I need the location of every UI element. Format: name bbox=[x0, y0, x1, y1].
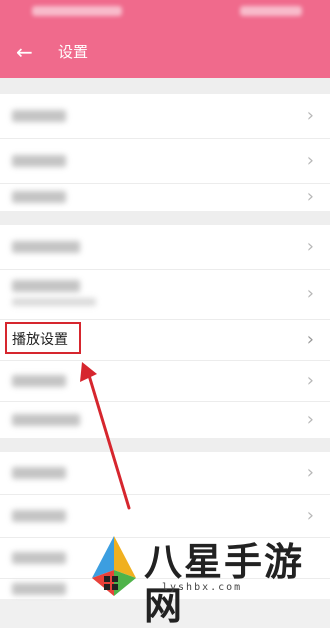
annotation-arrow bbox=[80, 362, 131, 510]
watermark-url: lyshbx.com bbox=[162, 582, 243, 593]
watermark: 八星手游网 lyshbx.com bbox=[84, 530, 330, 628]
watermark-logo-icon bbox=[92, 536, 136, 596]
